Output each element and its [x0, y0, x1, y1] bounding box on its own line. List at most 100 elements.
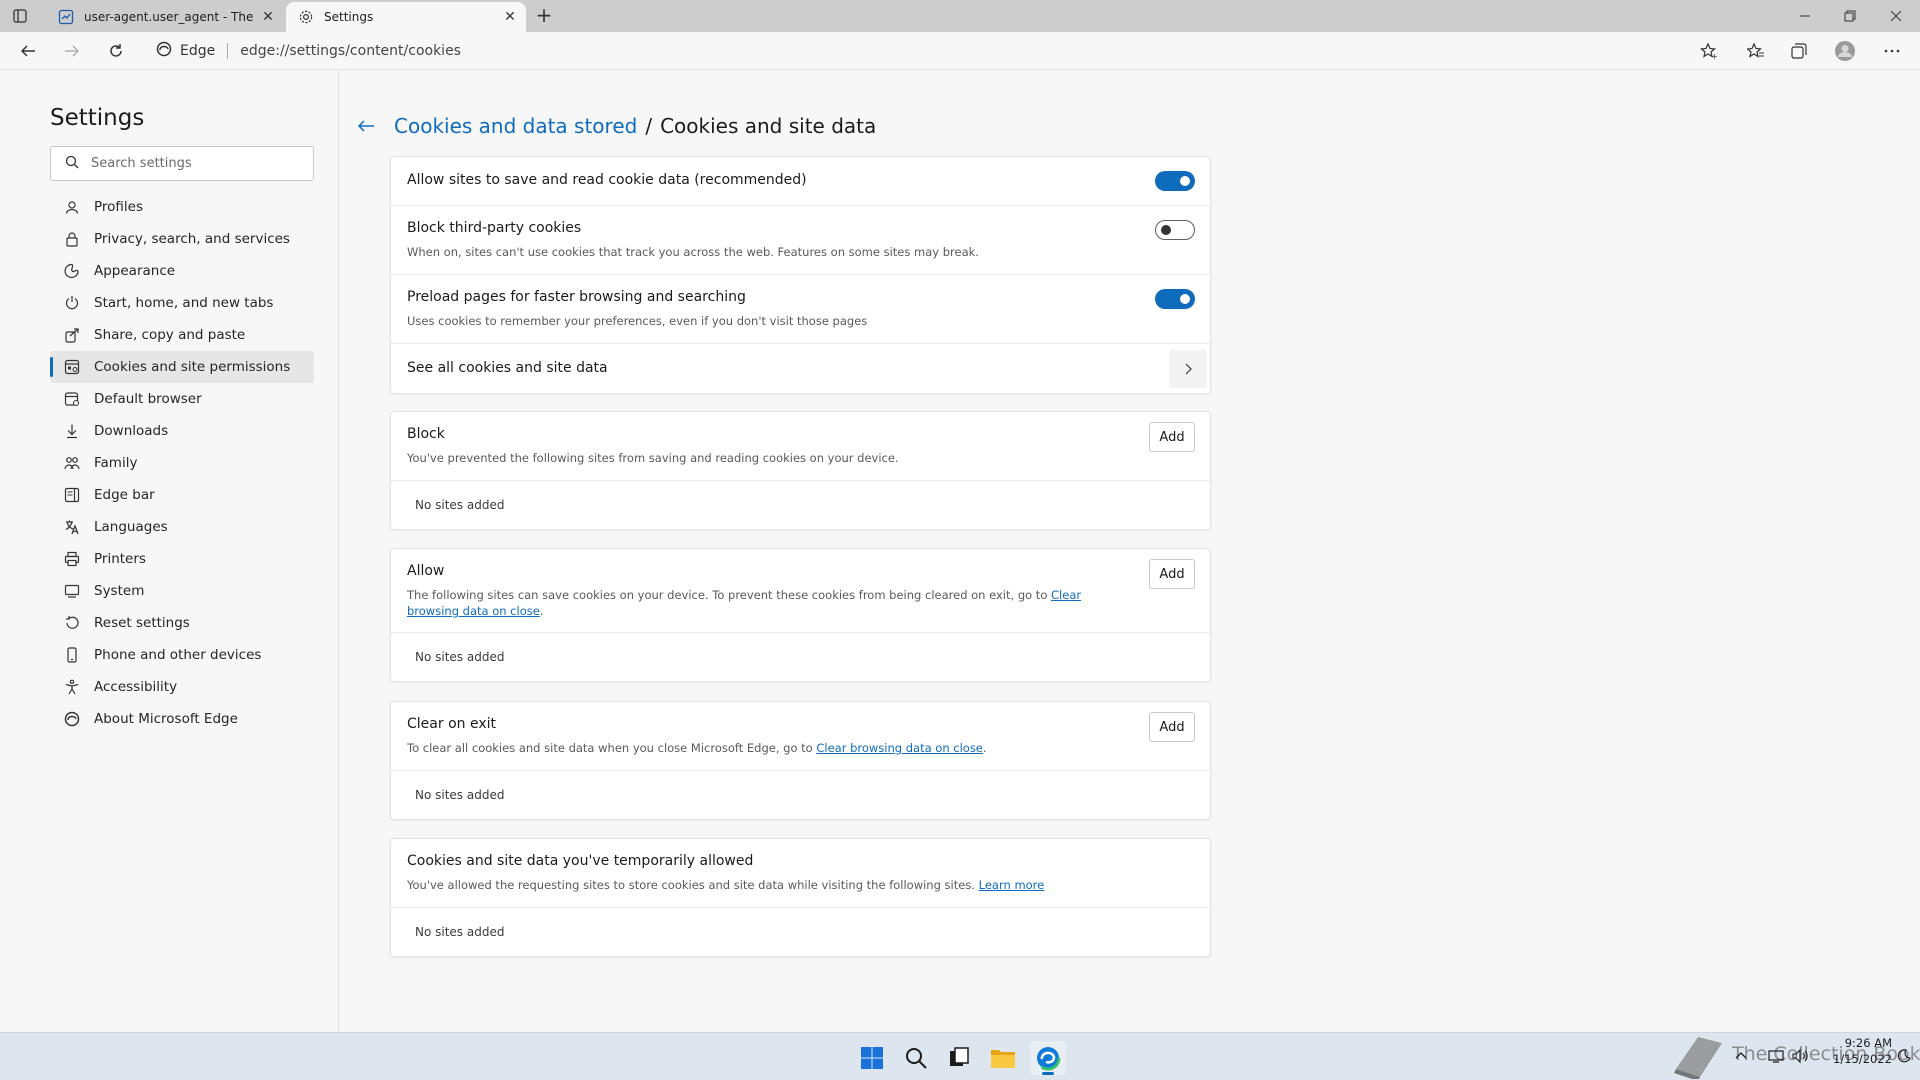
sidebar-item-languages[interactable]: Languages: [50, 511, 314, 543]
document-icon: [58, 9, 74, 25]
sidebar-item-share[interactable]: Share, copy and paste: [50, 319, 314, 351]
cookie-settings-card: Allow sites to save and read cookie data…: [390, 156, 1211, 394]
block-third-party-toggle[interactable]: [1155, 220, 1195, 240]
sidebar-item-reset[interactable]: Reset settings: [50, 607, 314, 639]
clear-on-exit-header-row: Clear on exit To clear all cookies and s…: [391, 702, 1210, 771]
allow-empty-text: No sites added: [415, 650, 505, 664]
task-view-icon[interactable]: [941, 1041, 977, 1075]
sidebar-item-phone[interactable]: Phone and other devices: [50, 639, 314, 671]
breadcrumb-parent-link[interactable]: Cookies and data stored: [394, 114, 637, 138]
tab-actions-icon[interactable]: [10, 6, 38, 26]
close-window-button[interactable]: [1880, 4, 1912, 28]
edge-icon[interactable]: [1030, 1041, 1066, 1075]
tray-chevron-icon[interactable]: [1734, 1044, 1748, 1068]
block-desc: You've prevented the following sites fro…: [407, 451, 899, 465]
appearance-icon: [64, 263, 80, 279]
sidebar-item-printers[interactable]: Printers: [50, 543, 314, 575]
allow-empty-row: No sites added: [391, 633, 1210, 681]
sidebar-item-accessibility[interactable]: Accessibility: [50, 671, 314, 703]
back-arrow-icon[interactable]: [356, 117, 384, 135]
cookies-icon: [64, 359, 80, 375]
allow-cookies-toggle[interactable]: [1155, 171, 1195, 191]
profile-avatar[interactable]: [1832, 39, 1858, 63]
temp-allowed-title: Cookies and site data you've temporarily…: [407, 853, 754, 869]
notifications-icon[interactable]: [1896, 1044, 1912, 1068]
favorites-icon[interactable]: [1743, 39, 1769, 63]
sidebar-item-family[interactable]: Family: [50, 447, 314, 479]
close-tab-icon[interactable]: ✕: [256, 9, 280, 25]
clear-on-exit-empty-row: No sites added: [391, 771, 1210, 819]
sidebar-nav: Profiles Privacy, search, and services A…: [50, 191, 314, 735]
back-button[interactable]: [14, 38, 42, 64]
restore-button[interactable]: [1834, 4, 1866, 28]
sidebar-item-privacy[interactable]: Privacy, search, and services: [50, 223, 314, 255]
tab-title: Settings: [324, 10, 374, 24]
system-clock[interactable]: 9:26 AM 1/15/2022: [1828, 1035, 1892, 1067]
clear-browsing-data-link[interactable]: Clear browsing data on close: [816, 741, 983, 755]
sidebar-item-start-home[interactable]: Start, home, and new tabs: [50, 287, 314, 319]
learn-more-link[interactable]: Learn more: [979, 878, 1045, 892]
preload-pages-toggle[interactable]: [1155, 289, 1195, 309]
sidebar-item-label: Family: [94, 455, 138, 471]
sidebar-item-downloads[interactable]: Downloads: [50, 415, 314, 447]
refresh-button[interactable]: [102, 38, 130, 64]
allow-header-row: Allow The following sites can save cooki…: [391, 549, 1210, 633]
sidebar-item-label: Default browser: [94, 391, 202, 407]
clear-on-exit-desc-end: .: [982, 741, 987, 755]
breadcrumb-separator: /: [645, 114, 653, 138]
sidebar-item-profiles[interactable]: Profiles: [50, 191, 314, 223]
sidebar-item-label: Accessibility: [94, 679, 178, 695]
sidebar-item-cookies[interactable]: Cookies and site permissions: [50, 351, 314, 383]
sidebar-item-label: Appearance: [94, 263, 176, 279]
sidebar-title: Settings: [50, 105, 145, 131]
settings-search[interactable]: [50, 146, 314, 181]
block-title: Block: [407, 426, 445, 442]
sidebar-item-label: Privacy, search, and services: [94, 231, 290, 247]
tab-user-agent[interactable]: user-agent.user_agent - The Coll ✕: [46, 2, 284, 32]
sidebar-item-default-browser[interactable]: Default browser: [50, 383, 314, 415]
page-title: Cookies and site data: [660, 114, 877, 138]
profile-icon: [64, 199, 80, 215]
windows-start-icon[interactable]: [854, 1041, 890, 1075]
more-menu-icon[interactable]: [1879, 39, 1905, 63]
sidebar-item-edge-bar[interactable]: Edge bar: [50, 479, 314, 511]
allow-add-button[interactable]: Add: [1149, 559, 1195, 589]
search-icon[interactable]: [898, 1041, 934, 1075]
tab-settings[interactable]: Settings ✕: [286, 2, 526, 32]
allow-title: Allow: [407, 563, 445, 579]
allow-desc-end: .: [539, 604, 544, 618]
network-icon[interactable]: [1768, 1044, 1784, 1068]
chevron-right-icon[interactable]: [1169, 350, 1207, 388]
temp-allowed-empty-text: No sites added: [415, 925, 505, 939]
new-tab-button[interactable]: +: [532, 4, 556, 28]
clear-on-exit-desc-text: To clear all cookies and site data when …: [407, 741, 817, 755]
volume-icon[interactable]: [1792, 1044, 1810, 1068]
clear-on-exit-desc: To clear all cookies and site data when …: [407, 740, 1127, 756]
clear-on-exit-add-button[interactable]: Add: [1149, 712, 1195, 742]
close-tab-icon[interactable]: ✕: [498, 9, 522, 25]
allow-desc-text: The following sites can save cookies on …: [407, 588, 1052, 602]
address-bar[interactable]: Edge edge://settings/content/cookies: [148, 36, 1728, 66]
search-input[interactable]: [91, 156, 301, 171]
site-label: Edge: [180, 43, 216, 59]
minimize-button[interactable]: [1789, 4, 1821, 28]
sidebar-item-system[interactable]: System: [50, 575, 314, 607]
site-identity[interactable]: Edge: [148, 41, 215, 61]
collections-icon[interactable]: [1786, 39, 1812, 63]
allow-card: Allow The following sites can save cooki…: [390, 548, 1211, 682]
share-icon: [64, 327, 80, 343]
phone-icon: [64, 647, 80, 663]
add-favorite-icon[interactable]: +: [1696, 39, 1722, 63]
sidebar-item-about[interactable]: About Microsoft Edge: [50, 703, 314, 735]
clock-date: 1/15/2022: [1833, 1052, 1892, 1066]
forward-button[interactable]: [58, 38, 86, 64]
see-all-cookies-row[interactable]: See all cookies and site data: [391, 344, 1210, 393]
sidebar-item-appearance[interactable]: Appearance: [50, 255, 314, 287]
file-explorer-icon[interactable]: [985, 1041, 1021, 1075]
block-third-party-desc: When on, sites can't use cookies that tr…: [407, 245, 979, 259]
block-add-button[interactable]: Add: [1149, 422, 1195, 452]
settings-sidebar: Settings Profiles Privacy, search, and s…: [0, 71, 339, 1032]
lock-icon: [64, 231, 80, 247]
address-separator: [227, 43, 229, 59]
temp-allowed-card: Cookies and site data you've temporarily…: [390, 838, 1211, 957]
